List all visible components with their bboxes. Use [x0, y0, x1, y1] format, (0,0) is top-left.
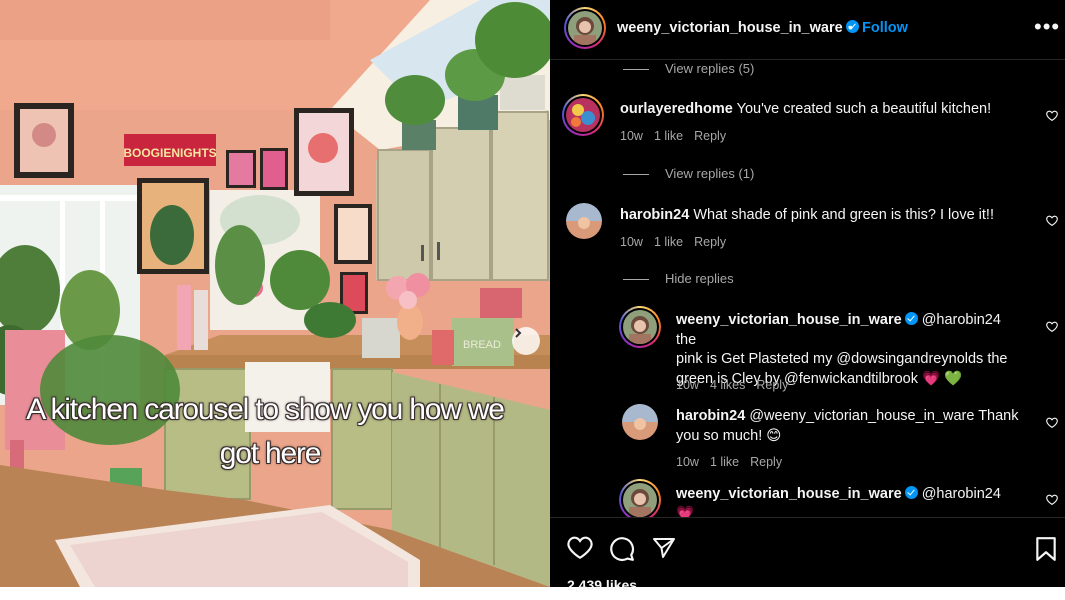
save-bookmark-icon[interactable] — [1035, 536, 1057, 562]
reply-username[interactable]: weeny_victorian_house_in_ware — [676, 486, 902, 502]
view-replies-button[interactable]: View replies (5) — [623, 61, 754, 76]
verified-badge-icon — [904, 312, 918, 325]
reply-button[interactable]: Reply — [694, 235, 726, 249]
carousel-next-button[interactable] — [512, 327, 540, 355]
like-heart-icon[interactable] — [567, 536, 593, 560]
reply-button[interactable]: Reply — [694, 129, 726, 143]
reply-username[interactable]: weeny_victorian_house_in_ware — [676, 312, 902, 328]
photo-caption-line-1: A kitchen carousel to show you how we — [26, 393, 505, 426]
reply-avatar[interactable] — [622, 404, 658, 440]
photo-caption-line-2: got here — [219, 437, 322, 470]
more-options-icon[interactable]: ••• — [1034, 14, 1060, 40]
reply-time[interactable]: 10w — [676, 455, 699, 469]
hide-replies-label: Hide replies — [665, 271, 734, 286]
like-reply-heart-icon[interactable] — [1045, 493, 1059, 506]
comment-likes[interactable]: 1 like — [654, 129, 683, 143]
share-paper-plane-icon[interactable] — [651, 536, 677, 560]
likes-count[interactable]: 2,439 likes — [567, 577, 637, 593]
reply-body-line-1: @weeny_victorian_house_in_ware Thank — [749, 408, 1019, 424]
reply-text: harobin24 @weeny_victorian_house_in_ware… — [676, 407, 1021, 446]
hide-replies-button[interactable]: Hide replies — [623, 271, 734, 286]
comment-body: What shade of pink and green is this? I … — [693, 207, 994, 223]
reply-button[interactable]: Reply — [750, 455, 782, 469]
comment-meta: 10w 1 like Reply — [620, 129, 737, 143]
kitchen-photo-illustration: BOOGIENIGHTS BREAD — [0, 0, 550, 587]
comment-icon[interactable] — [609, 536, 635, 562]
commenter-avatar[interactable] — [562, 94, 604, 136]
verified-badge-icon — [904, 486, 918, 499]
post-action-bar: 2,439 likes — [550, 517, 1065, 593]
reply-meta: 10w 1 like Reply — [676, 455, 793, 469]
reply-avatar[interactable] — [619, 306, 661, 348]
like-reply-heart-icon[interactable] — [1045, 320, 1059, 333]
view-replies-button[interactable]: View replies (1) — [623, 166, 754, 181]
svg-text:BOOGIENIGHTS: BOOGIENIGHTS — [123, 146, 216, 160]
author-avatar[interactable] — [564, 7, 606, 49]
comment-likes[interactable]: 1 like — [654, 235, 683, 249]
view-replies-label: View replies (1) — [665, 166, 755, 181]
comment-time[interactable]: 10w — [620, 235, 643, 249]
like-comment-heart-icon[interactable] — [1045, 214, 1059, 227]
view-replies-label: View replies (5) — [665, 61, 755, 76]
post-photo[interactable]: BOOGIENIGHTS BREAD A kitchen carousel to… — [0, 0, 550, 587]
post-side-panel: weeny_victorian_house_in_ware • Follow •… — [550, 0, 1065, 593]
post-header: weeny_victorian_house_in_ware • Follow •… — [550, 0, 1065, 60]
chevron-right-icon — [515, 328, 522, 338]
comment-time[interactable]: 10w — [620, 129, 643, 143]
reply-avatar[interactable] — [619, 479, 661, 517]
comment-body: You've created such a beautiful kitchen! — [736, 101, 992, 117]
comment-text: ourlayeredhome You've created such a bea… — [620, 100, 1040, 120]
reply-body-line-2: you so much! 😊 — [676, 427, 782, 444]
comment-username[interactable]: ourlayeredhome — [620, 101, 733, 117]
comment-meta: 10w 1 like Reply — [620, 235, 737, 249]
reply-likes[interactable]: 1 like — [710, 455, 739, 469]
reply-body-line-2: pink is Get Plasteted my @dowsingandreyn… — [676, 351, 1008, 367]
author-username-text: weeny_victorian_house_in_ware — [617, 20, 843, 36]
reply-likes[interactable]: 4 likes — [710, 378, 745, 392]
comments-list[interactable]: View replies (5) ourlayeredhome You've c… — [550, 61, 1065, 517]
author-username[interactable]: weeny_victorian_house_in_ware — [617, 20, 859, 36]
comment-username[interactable]: harobin24 — [620, 207, 689, 223]
instagram-post-modal: BOOGIENIGHTS BREAD A kitchen carousel to… — [0, 0, 1065, 600]
like-reply-heart-icon[interactable] — [1045, 416, 1059, 429]
reply-username[interactable]: harobin24 — [676, 408, 745, 424]
follow-button[interactable]: Follow — [862, 20, 908, 36]
reply-meta: 10w 4 likes Reply — [676, 378, 799, 392]
like-comment-heart-icon[interactable] — [1045, 109, 1059, 122]
reply-time[interactable]: 10w — [676, 378, 699, 392]
svg-text:BREAD: BREAD — [463, 339, 501, 351]
commenter-avatar[interactable] — [566, 203, 602, 239]
reply-text: weeny_victorian_house_in_ware @harobin24… — [676, 485, 1021, 517]
separator-dot: • — [848, 19, 853, 35]
reply-button[interactable]: Reply — [756, 378, 788, 392]
comment-text: harobin24 What shade of pink and green i… — [620, 206, 1040, 226]
